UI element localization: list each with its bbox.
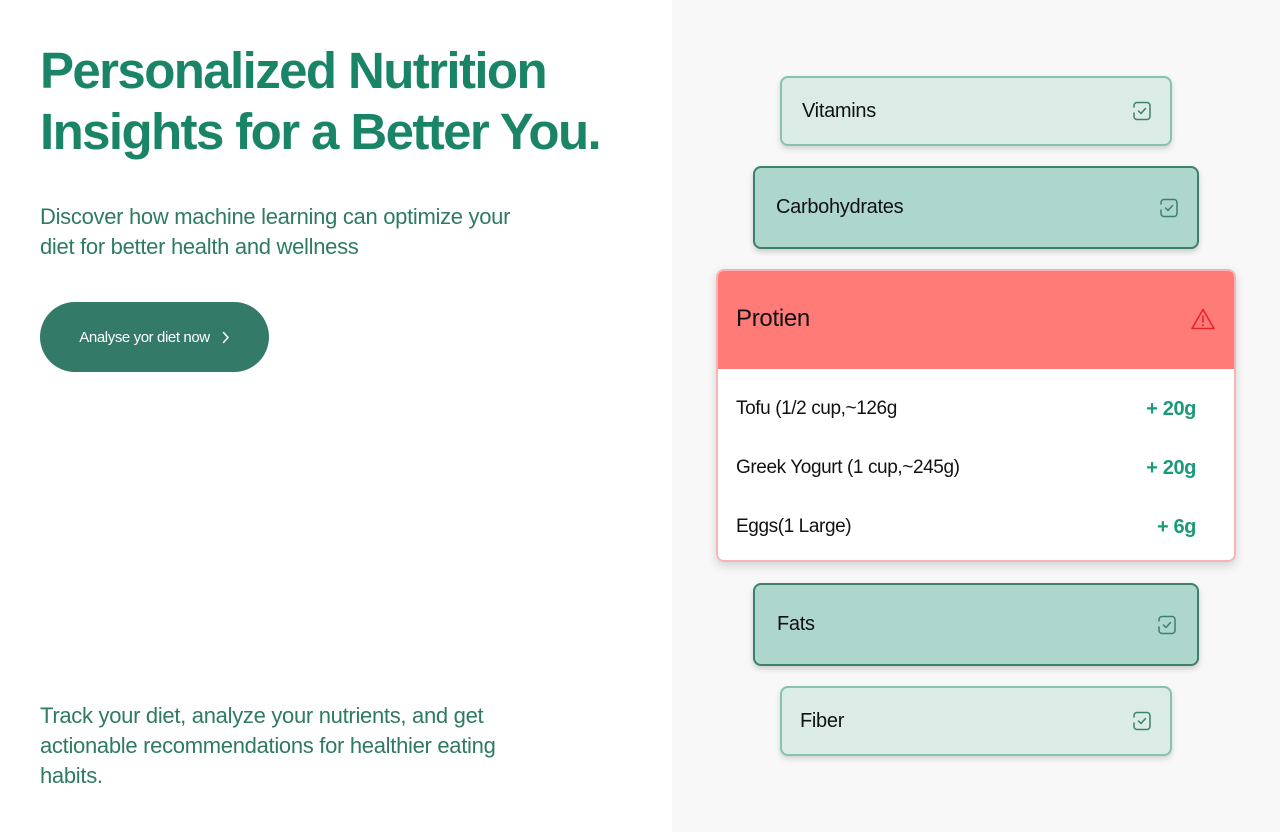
check-icon [1158, 615, 1176, 634]
page-title: Personalized Nutrition Insights for a Be… [40, 40, 640, 162]
food-protein-value: + 20g [1146, 456, 1196, 479]
analyse-diet-button-label: Analyse yor diet now [79, 328, 210, 346]
nutrient-card-vitamins[interactable]: Vitamins [780, 76, 1172, 146]
analyse-diet-button[interactable]: Analyse yor diet now [40, 302, 269, 372]
nutrient-card-label: Vitamins [802, 99, 876, 122]
food-name: Eggs(1 Large) [736, 516, 852, 537]
check-icon [1133, 711, 1151, 731]
warning-icon [1191, 308, 1215, 330]
nutrient-card-fiber[interactable]: Fiber [780, 686, 1172, 756]
nutrient-card-label: Carbohydrates [776, 196, 904, 218]
protein-header[interactable]: Protien [718, 271, 1234, 369]
chevron-right-icon [222, 331, 229, 343]
headline-line-1: Personalized Nutrition [40, 42, 548, 99]
food-protein-value: + 6g [1157, 515, 1196, 538]
food-name: Tofu (1/2 cup,~126g [736, 398, 897, 419]
list-item: Greek Yogurt (1 cup,~245g) + 20g [736, 453, 1196, 483]
hero-footer-text: Track your diet, analyze your nutrients,… [40, 703, 496, 788]
check-icon [1160, 198, 1178, 217]
nutrient-card-fats[interactable]: Fats [753, 583, 1199, 666]
nutrient-card-label: Protien [736, 305, 810, 332]
nutrient-card-protein: Protien Tofu (1/2 cup,~126g + 20g Greek … [716, 269, 1236, 562]
nutrient-card-carbohydrates[interactable]: Carbohydrates [753, 166, 1199, 249]
hero-subtitle: Discover how machine learning can optimi… [40, 204, 511, 259]
check-icon [1133, 101, 1151, 121]
food-protein-value: + 20g [1146, 397, 1196, 420]
headline-line-2: Insights for a Better You. [40, 103, 602, 160]
list-item: Eggs(1 Large) + 6g [736, 512, 1196, 542]
food-name: Greek Yogurt (1 cup,~245g) [736, 457, 960, 478]
nutrient-card-label: Fats [777, 613, 815, 635]
nutrient-card-label: Fiber [800, 709, 845, 732]
list-item: Tofu (1/2 cup,~126g + 20g [736, 394, 1196, 424]
hero-section: Personalized Nutrition Insights for a Be… [0, 0, 672, 832]
